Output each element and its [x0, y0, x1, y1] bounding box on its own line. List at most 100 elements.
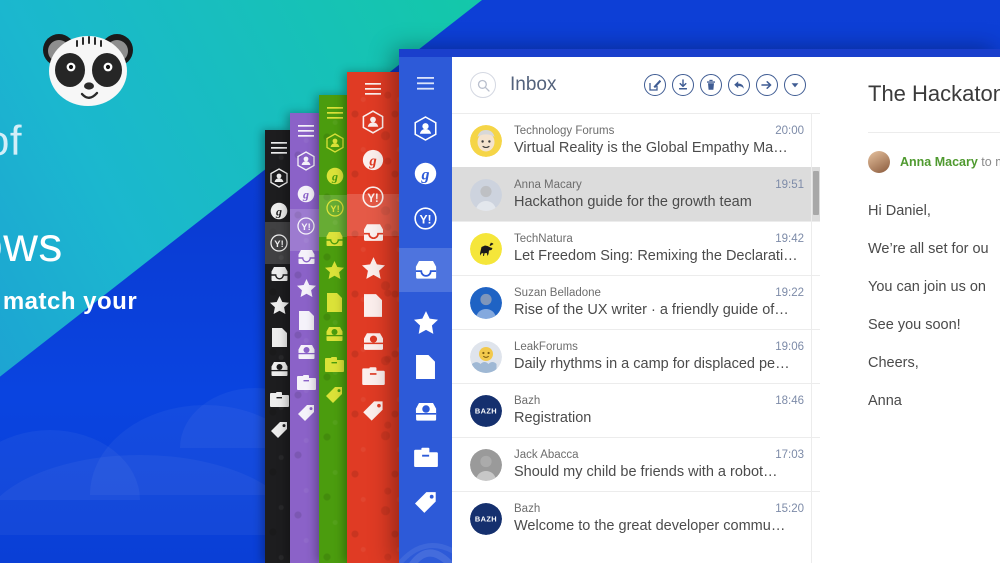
star-icon[interactable]	[269, 296, 289, 314]
reply-icon	[734, 81, 744, 89]
hamburger-menu-icon[interactable]	[298, 125, 314, 137]
message-summary: Suzan Belladone 19:22 Rise of the UX write…	[514, 287, 804, 318]
tag-icon[interactable]	[325, 386, 344, 404]
sidebar-item-menu[interactable]	[399, 68, 452, 98]
chevron-down-icon	[791, 83, 799, 88]
archive-icon[interactable]	[362, 332, 385, 351]
star-icon[interactable]	[325, 261, 344, 279]
compose-icon	[649, 79, 661, 91]
message-list-item[interactable]: BAZH Bazh 18:46 Registration	[452, 383, 820, 437]
archive-download-button[interactable]	[672, 74, 694, 96]
stacked-panel-green[interactable]: g Y!	[319, 95, 350, 563]
folder-icon[interactable]	[296, 374, 316, 390]
message-list-item[interactable]: Technology Forums 20:00 Virtual Reality is…	[452, 113, 820, 167]
forward-button[interactable]	[756, 74, 778, 96]
rail-item-list: g Y!	[399, 57, 452, 517]
initials-avatar-icon: BAZH	[470, 394, 502, 427]
reading-pane: The Hackaton Anna Macary to me 3 Hi Dani…	[820, 57, 1000, 563]
inbox-icon	[415, 261, 436, 279]
message-top-row: TechNatura 19:42	[514, 233, 804, 245]
message-sender: Anna Macary	[900, 155, 978, 169]
message-subject: Daily rhythms in a camp for displaced pe…	[514, 356, 790, 372]
svg-text:g: g	[302, 187, 309, 201]
message-sender: Bazh	[514, 503, 541, 515]
sidebar-item-google[interactable]: g	[399, 158, 452, 188]
sidebar-item-archive[interactable]	[399, 397, 452, 427]
google-icon[interactable]: g	[362, 149, 384, 171]
inbox-icon[interactable]	[362, 223, 385, 242]
message-sender: Anna Macary	[514, 179, 582, 191]
reply-button[interactable]	[728, 74, 750, 96]
hamburger-menu-icon[interactable]	[365, 83, 381, 95]
archive-icon[interactable]	[325, 326, 344, 342]
sidebar-item-inbox[interactable]	[399, 248, 452, 292]
inbox-icon[interactable]	[270, 266, 289, 282]
message-list-item[interactable]: LeakForums 19:06 Daily rhythms in a camp f…	[452, 329, 820, 383]
sidebar-item-contacts[interactable]	[399, 113, 452, 143]
contacts-icon[interactable]	[297, 151, 315, 171]
google-icon[interactable]: g	[326, 167, 344, 185]
yahoo-icon: Y!	[414, 206, 437, 230]
sun-avatar-icon	[470, 340, 502, 373]
sidebar-item-starred[interactable]	[399, 307, 452, 337]
window-titlebar[interactable]	[399, 49, 1000, 57]
message-body: Hi Daniel, We’re all set for ou You can jo…	[868, 203, 1000, 409]
yahoo-icon[interactable]: Y!	[297, 217, 315, 235]
stacked-panel-red[interactable]: g Y!	[347, 72, 399, 563]
message-summary: LeakForums 19:06 Daily rhythms in a camp f…	[514, 341, 804, 372]
google-icon[interactable]: g	[270, 202, 288, 220]
sidebar-item-folders[interactable]	[399, 442, 452, 472]
yahoo-icon[interactable]: Y!	[325, 199, 344, 217]
message-sender: Suzan Belladone	[514, 287, 601, 299]
sidebar-item-yahoo[interactable]: Y!	[399, 203, 452, 233]
message-sender: Jack Abacca	[514, 449, 579, 461]
hamburger-menu-icon[interactable]	[326, 107, 343, 119]
tag-icon[interactable]	[297, 404, 316, 422]
sidebar-item-labels[interactable]	[399, 487, 452, 517]
search-button[interactable]	[470, 72, 496, 98]
stacked-panel-purple[interactable]: g Y!	[290, 113, 322, 563]
message-sender: LeakForums	[514, 341, 578, 353]
svg-text:BAZH: BAZH	[475, 406, 497, 415]
inbox-icon[interactable]	[297, 249, 316, 265]
message-list-item[interactable]: BAZH Bazh 15:20 Welcome to the great develo…	[452, 491, 820, 545]
folder-icon[interactable]	[269, 391, 289, 407]
yahoo-icon[interactable]: Y!	[270, 234, 288, 252]
contacts-icon[interactable]	[325, 133, 344, 153]
message-list-item[interactable]: Jack Abacca 17:03 Should my child be frien…	[452, 437, 820, 491]
contacts-icon[interactable]	[270, 168, 288, 188]
compose-button[interactable]	[644, 74, 666, 96]
tag-icon[interactable]	[362, 400, 385, 422]
stacked-panel-black[interactable]: g Y!	[265, 130, 293, 563]
message-list-item[interactable]: TechNatura 19:42 Let Freedom Sing: Remixin…	[452, 221, 820, 275]
archive-icon[interactable]	[297, 344, 316, 360]
document-icon[interactable]	[364, 294, 382, 317]
hamburger-menu-icon[interactable]	[271, 142, 287, 154]
document-icon[interactable]	[298, 311, 314, 330]
contacts-icon[interactable]	[362, 110, 384, 134]
message-list-item[interactable]: Suzan Belladone 19:22 Rise of the UX write…	[452, 275, 820, 329]
message-recipient: to me	[981, 155, 1000, 169]
photo-avatar-icon	[470, 448, 502, 481]
more-options-button[interactable]	[784, 74, 806, 96]
message-top-row: LeakForums 19:06	[514, 341, 804, 353]
folder-icon[interactable]	[325, 356, 344, 372]
archive-icon[interactable]	[270, 361, 289, 377]
message-sender: TechNatura	[514, 233, 573, 245]
tag-icon[interactable]	[270, 421, 289, 439]
document-icon[interactable]	[327, 293, 342, 312]
delete-button[interactable]	[700, 74, 722, 96]
star-icon[interactable]	[296, 279, 316, 297]
star-icon[interactable]	[361, 257, 385, 279]
scrollbar-thumb[interactable]	[813, 171, 819, 215]
list-scrollbar[interactable]	[812, 113, 820, 563]
document-icon[interactable]	[271, 328, 287, 347]
folder-icon[interactable]	[361, 366, 385, 385]
google-icon[interactable]: g	[297, 185, 315, 203]
message-list-item[interactable]: Anna Macary 19:51 Hackathon guide for the …	[452, 167, 820, 221]
avatar	[470, 286, 502, 319]
inbox-icon[interactable]	[325, 231, 344, 247]
sidebar-item-drafts[interactable]	[399, 352, 452, 382]
message-summary: Jack Abacca 17:03 Should my child be frien…	[514, 449, 804, 480]
yahoo-icon[interactable]: Y!	[362, 186, 384, 208]
